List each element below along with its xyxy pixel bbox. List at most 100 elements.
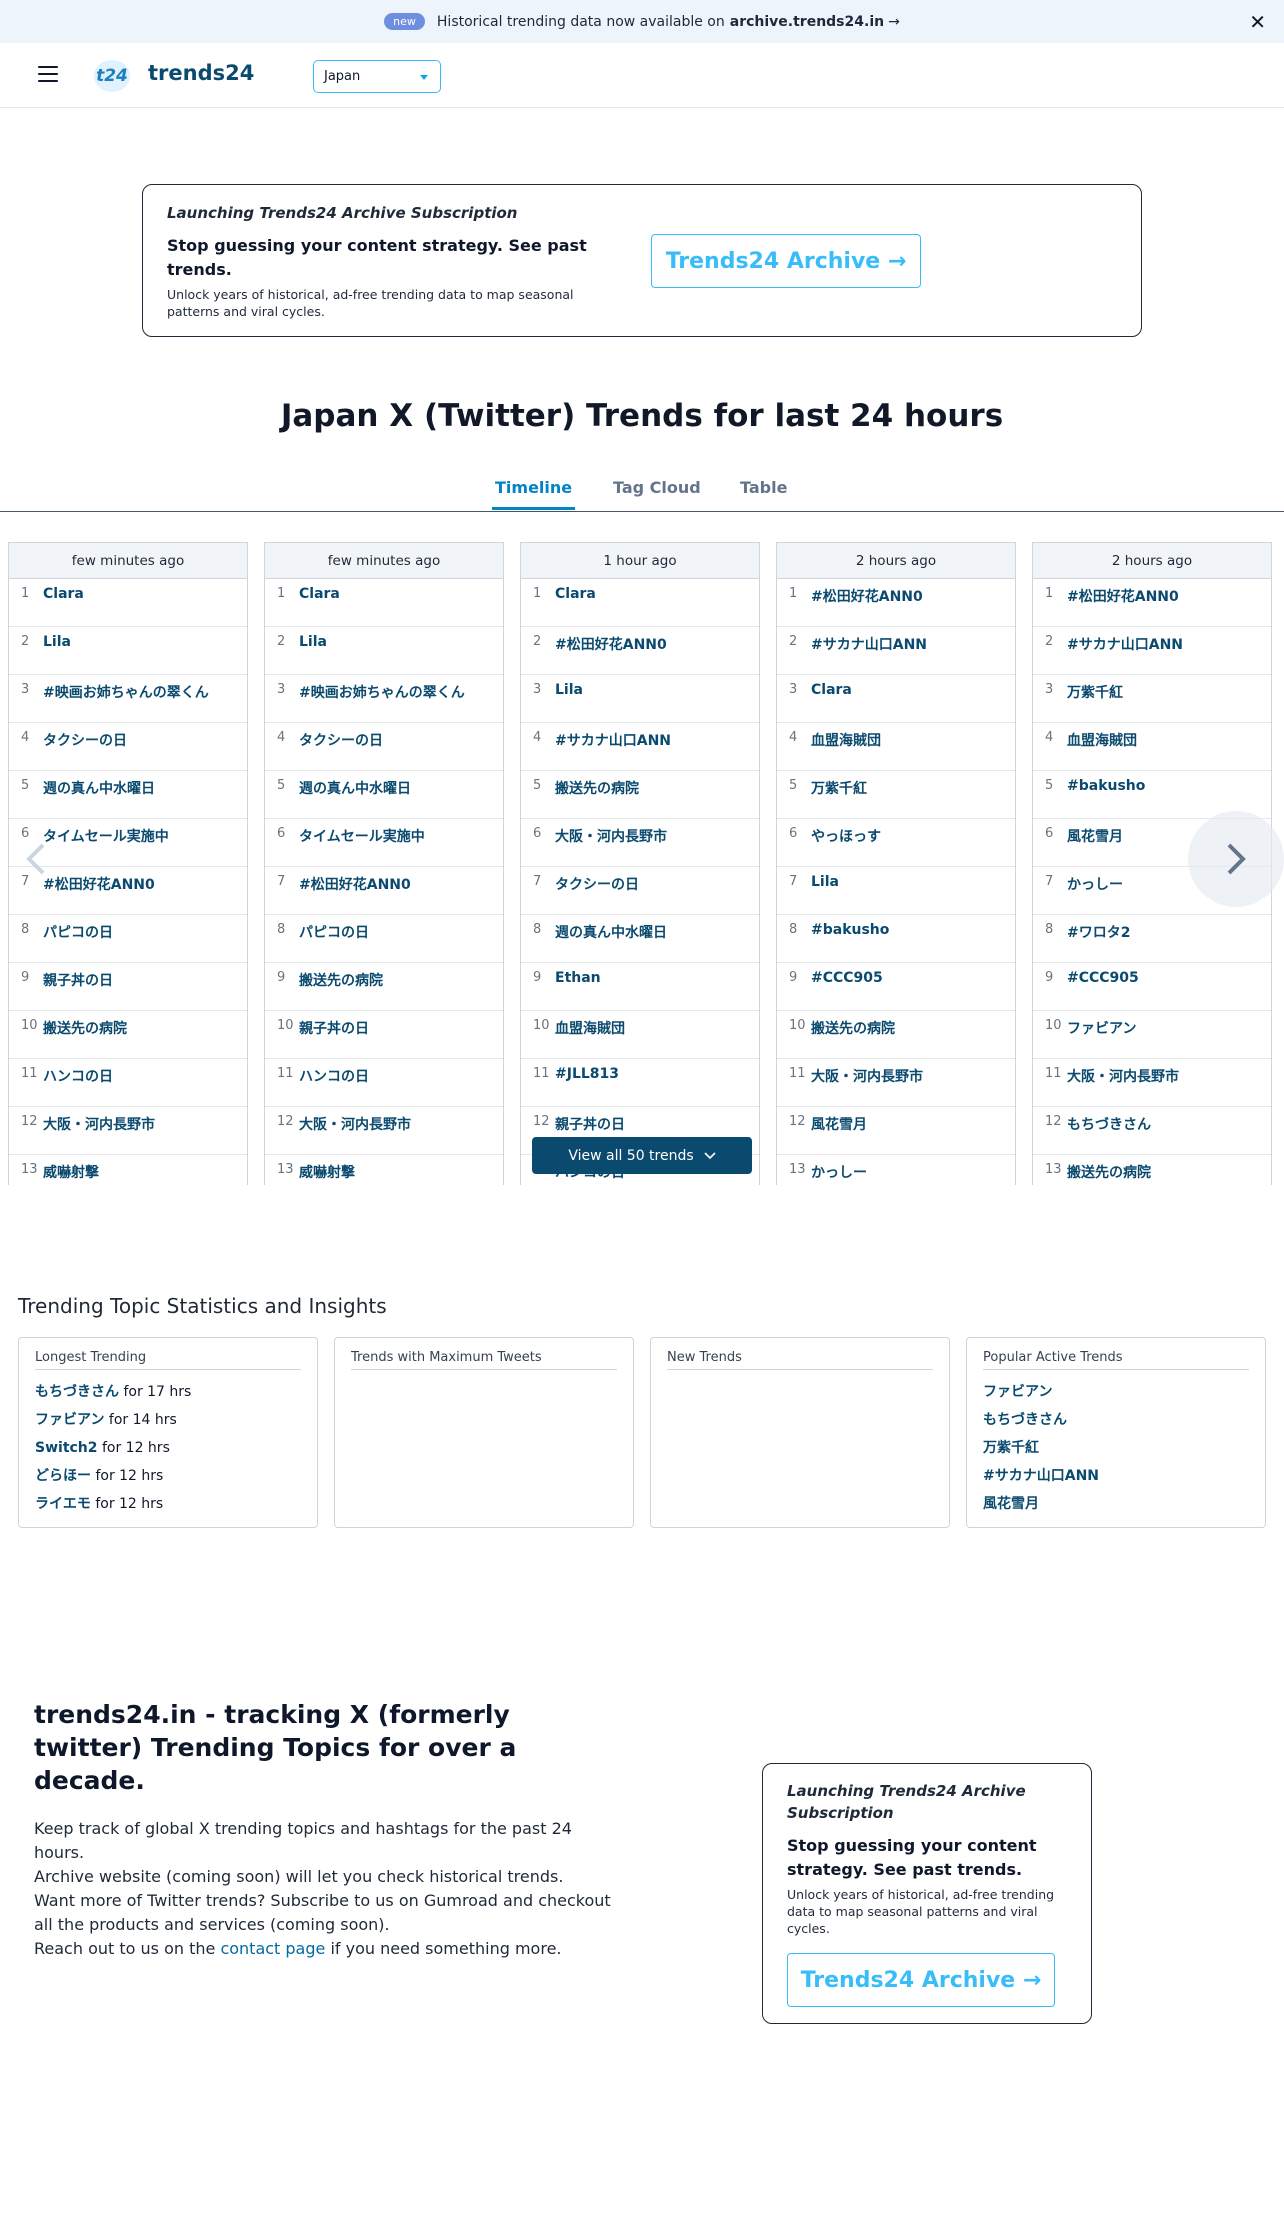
trend-link[interactable]: #JLL813 (555, 1066, 619, 1082)
trend-link[interactable]: #CCC905 (1067, 970, 1139, 986)
logo-icon[interactable]: t24 (94, 60, 130, 92)
close-icon[interactable]: ✕ (1249, 10, 1266, 34)
trend-link[interactable]: かっしー (1067, 874, 1123, 894)
trend-rank: 2 (277, 634, 286, 649)
trend-link[interactable]: 威嚇射撃 (299, 1162, 355, 1182)
trend-link[interactable]: #サカナ山口ANN (555, 730, 671, 750)
trend-link[interactable]: ハンコの日 (43, 1066, 113, 1086)
trend-link[interactable]: Lila (555, 682, 583, 698)
trend-link[interactable]: 血盟海賊団 (555, 1018, 625, 1038)
trend-link[interactable]: #映画お姉ちゃんの翠くん (299, 682, 465, 702)
trend-link[interactable]: 搬送先の病院 (811, 1018, 895, 1038)
trend-link[interactable]: Lila (43, 634, 71, 650)
stat-trend-link[interactable]: ファビアン (35, 1412, 104, 1428)
trend-link[interactable]: 搬送先の病院 (299, 970, 383, 990)
trend-row: 10 搬送先の病院 (777, 1011, 1015, 1059)
stat-card: Popular Active Trends ファビアン もちづきさん 万紫千紅 #サカナ… (966, 1337, 1266, 1528)
country-select-value: Japan (324, 69, 361, 84)
archive-cta-button[interactable]: Trends24 Archive → (651, 234, 921, 288)
trend-link[interactable]: Clara (43, 586, 84, 602)
trend-link[interactable]: #bakusho (811, 922, 889, 938)
country-select[interactable]: Japan (313, 60, 441, 93)
trend-link[interactable]: #サカナ山口ANN (811, 634, 927, 654)
trend-rank: 1 (789, 586, 798, 601)
stat-list-item: ライエモ for 12 hrs (35, 1490, 301, 1518)
trend-link[interactable]: 親子丼の日 (555, 1114, 625, 1134)
trend-link[interactable]: 大阪・河内長野市 (811, 1066, 923, 1086)
logo-text[interactable]: trends24 (148, 61, 254, 85)
carousel-prev-button[interactable] (0, 811, 72, 907)
trend-link[interactable]: タイムセール実施中 (299, 826, 425, 846)
trend-rank: 9 (1045, 970, 1054, 985)
stat-list-item: #サカナ山口ANN (983, 1462, 1249, 1490)
trend-link[interactable]: タクシーの日 (555, 874, 639, 894)
trend-link[interactable]: Clara (299, 586, 340, 602)
trend-link[interactable]: ハンコの日 (299, 1066, 369, 1086)
trend-link[interactable]: タクシーの日 (43, 730, 127, 750)
tab-timeline[interactable]: Timeline (491, 478, 576, 510)
trend-link[interactable]: Clara (811, 682, 852, 698)
trend-link[interactable]: #bakusho (1067, 778, 1145, 794)
trend-link[interactable]: 搬送先の病院 (43, 1018, 127, 1038)
tab-tag-cloud[interactable]: Tag Cloud (613, 478, 701, 497)
stat-trend-link[interactable]: もちづきさん (983, 1412, 1067, 1428)
trend-link[interactable]: Lila (299, 634, 327, 650)
trend-link[interactable]: #松田好花ANN0 (1067, 586, 1179, 606)
stat-trend-link[interactable]: ライエモ (35, 1496, 91, 1512)
trend-link[interactable]: #CCC905 (811, 970, 883, 986)
stat-trend-link[interactable]: 万紫千紅 (983, 1440, 1039, 1456)
trend-link[interactable]: Clara (555, 586, 596, 602)
trend-link[interactable]: 大阪・河内長野市 (1067, 1066, 1179, 1086)
contact-page-link[interactable]: contact page (220, 1939, 325, 1958)
trend-link[interactable]: 大阪・河内長野市 (43, 1114, 155, 1134)
trend-link[interactable]: 万紫千紅 (1067, 682, 1123, 702)
trend-link[interactable]: 週の真ん中水曜日 (299, 778, 411, 798)
trend-link[interactable]: タクシーの日 (299, 730, 383, 750)
archive-cta-button[interactable]: Trends24 Archive → (787, 1953, 1055, 2007)
stat-trend-link[interactable]: もちづきさん (35, 1384, 119, 1400)
stat-trend-link[interactable]: #サカナ山口ANN (983, 1468, 1099, 1484)
carousel-next-button[interactable] (1188, 811, 1284, 907)
promo-kicker: Launching Trends24 Archive Subscription (787, 1782, 1026, 1822)
trend-link[interactable]: 搬送先の病院 (1067, 1162, 1151, 1182)
tab-table[interactable]: Table (740, 478, 787, 497)
trend-link[interactable]: 大阪・河内長野市 (555, 826, 667, 846)
trend-link[interactable]: #松田好花ANN0 (555, 634, 667, 654)
menu-icon[interactable] (38, 66, 58, 82)
trend-link[interactable]: 週の真ん中水曜日 (43, 778, 155, 798)
stat-trend-link[interactable]: 風花雪月 (983, 1496, 1039, 1512)
trend-link[interactable]: 週の真ん中水曜日 (555, 922, 667, 942)
trend-link[interactable]: 威嚇射撃 (43, 1162, 99, 1182)
trend-row: 7 Lila (777, 867, 1015, 915)
trend-link[interactable]: 親子丼の日 (299, 1018, 369, 1038)
trend-link[interactable]: やっほっす (811, 826, 881, 846)
arrow-icon: → (888, 13, 900, 30)
trend-link[interactable]: 風花雪月 (1067, 826, 1123, 846)
trend-link[interactable]: 親子丼の日 (43, 970, 113, 990)
trend-link[interactable]: #サカナ山口ANN (1067, 634, 1183, 654)
trend-link[interactable]: 風花雪月 (811, 1114, 867, 1134)
trend-link[interactable]: #ワロタ2 (1067, 922, 1130, 942)
archive-link[interactable]: archive.trends24.in (730, 14, 884, 30)
trend-link[interactable]: もちづきさん (1067, 1114, 1151, 1134)
stat-trend-link[interactable]: どらほー (35, 1468, 91, 1484)
trend-link[interactable]: 大阪・河内長野市 (299, 1114, 411, 1134)
trend-link[interactable]: #松田好花ANN0 (811, 586, 923, 606)
stat-trend-link[interactable]: ファビアン (983, 1384, 1052, 1400)
trend-link[interactable]: パピコの日 (299, 922, 369, 942)
stat-trend-link[interactable]: Switch2 (35, 1440, 98, 1456)
trend-link[interactable]: #映画お姉ちゃんの翠くん (43, 682, 209, 702)
trend-link[interactable]: 血盟海賊団 (811, 730, 881, 750)
trend-link[interactable]: #松田好花ANN0 (299, 874, 411, 894)
trend-link[interactable]: Ethan (555, 970, 601, 986)
trend-link[interactable]: パピコの日 (43, 922, 113, 942)
trend-link[interactable]: かっしー (811, 1162, 867, 1182)
trend-row: 8 #ワロタ2 (1033, 915, 1271, 963)
trend-link[interactable]: Lila (811, 874, 839, 890)
trend-link[interactable]: 血盟海賊団 (1067, 730, 1137, 750)
trend-link[interactable]: 搬送先の病院 (555, 778, 639, 798)
view-all-trends-button[interactable]: View all 50 trends (532, 1137, 752, 1174)
trend-link[interactable]: 万紫千紅 (811, 778, 867, 798)
trend-link[interactable]: ファビアン (1067, 1018, 1136, 1038)
trend-rank: 7 (277, 874, 286, 889)
